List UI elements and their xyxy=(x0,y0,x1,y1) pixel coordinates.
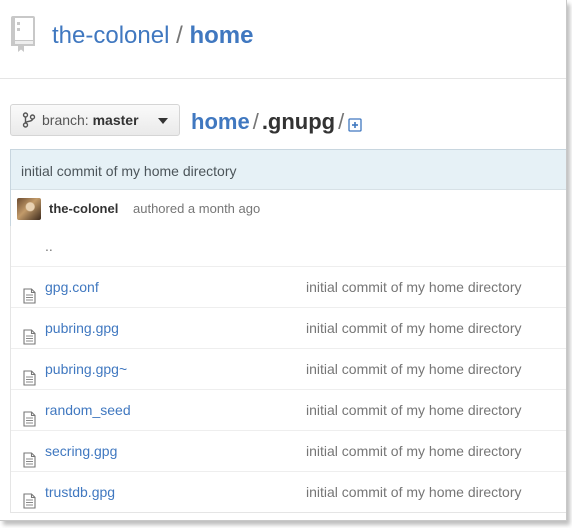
file-name-link[interactable]: secring.gpg xyxy=(45,431,117,471)
breadcrumb: home / .gnupg / xyxy=(191,106,362,138)
file-text-icon xyxy=(23,443,36,468)
file-name-link[interactable]: random_seed xyxy=(45,390,131,430)
file-row[interactable]: pubring.gpg initial commit of my home dir… xyxy=(11,308,566,349)
repo-owner-link[interactable]: the-colonel xyxy=(52,22,169,49)
repo-header: the-colonel / home xyxy=(0,0,566,79)
caret-down-icon xyxy=(158,118,168,124)
repo-name-link[interactable]: home xyxy=(189,22,253,49)
commit-time: authored a month ago xyxy=(133,201,261,216)
file-text-icon xyxy=(23,320,36,345)
branch-label: branch: master xyxy=(42,105,139,135)
branch-select-button[interactable]: branch: master xyxy=(10,104,180,136)
file-name-link[interactable]: pubring.gpg xyxy=(45,308,119,348)
file-row[interactable]: random_seed initial commit of my home dir… xyxy=(11,390,566,431)
repo-book-icon xyxy=(11,16,35,52)
file-name-link[interactable]: gpg.conf xyxy=(45,267,99,307)
file-commit-message-link[interactable]: initial commit of my home directory xyxy=(306,349,522,389)
file-text-icon xyxy=(23,484,36,509)
breadcrumb-root-link[interactable]: home xyxy=(191,109,250,134)
file-row[interactable]: trustdb.gpg initial commit of my home dir… xyxy=(11,472,566,513)
git-branch-icon xyxy=(22,112,36,128)
commit-meta: the-colonel authored a month ago xyxy=(11,191,566,227)
file-commit-message-link[interactable]: initial commit of my home directory xyxy=(306,472,522,512)
add-file-icon[interactable] xyxy=(348,118,362,132)
file-commit-message-link[interactable]: initial commit of my home directory xyxy=(306,431,522,471)
repo-title: the-colonel / home xyxy=(52,20,253,52)
file-commit-message-link[interactable]: initial commit of my home directory xyxy=(306,390,522,430)
file-name-link[interactable]: trustdb.gpg xyxy=(45,472,115,512)
breadcrumb-separator: / xyxy=(252,109,259,134)
file-text-icon xyxy=(23,279,36,304)
commit-author-link[interactable]: the-colonel xyxy=(49,191,118,227)
avatar[interactable] xyxy=(17,198,41,220)
file-row[interactable]: pubring.gpg~ initial commit of my home di… xyxy=(11,349,566,390)
repo-page: the-colonel / home branch: master home /.… xyxy=(0,0,567,521)
file-text-icon xyxy=(23,402,36,427)
breadcrumb-current: .gnupg xyxy=(261,109,336,134)
latest-commit: initial commit of my home directory the-… xyxy=(10,149,566,227)
parent-directory-link[interactable]: .. xyxy=(45,226,53,266)
file-row[interactable]: gpg.conf initial commit of my home direct… xyxy=(11,267,566,308)
file-text-icon xyxy=(23,361,36,386)
branch-prefix: branch: xyxy=(42,112,89,128)
branch-name: master xyxy=(92,112,139,128)
file-name-link[interactable]: pubring.gpg~ xyxy=(45,349,127,389)
parent-directory-row[interactable]: .. xyxy=(11,226,566,267)
file-commit-message-link[interactable]: initial commit of my home directory xyxy=(306,267,522,307)
breadcrumb-trailing-separator: / xyxy=(338,109,345,134)
repo-title-separator: / xyxy=(176,22,183,49)
file-row[interactable]: secring.gpg initial commit of my home dir… xyxy=(11,431,566,472)
file-table: .. gpg.conf initial commit of my home dir… xyxy=(10,226,566,513)
file-commit-message-link[interactable]: initial commit of my home directory xyxy=(306,308,522,348)
commit-message[interactable]: initial commit of my home directory xyxy=(11,150,566,190)
